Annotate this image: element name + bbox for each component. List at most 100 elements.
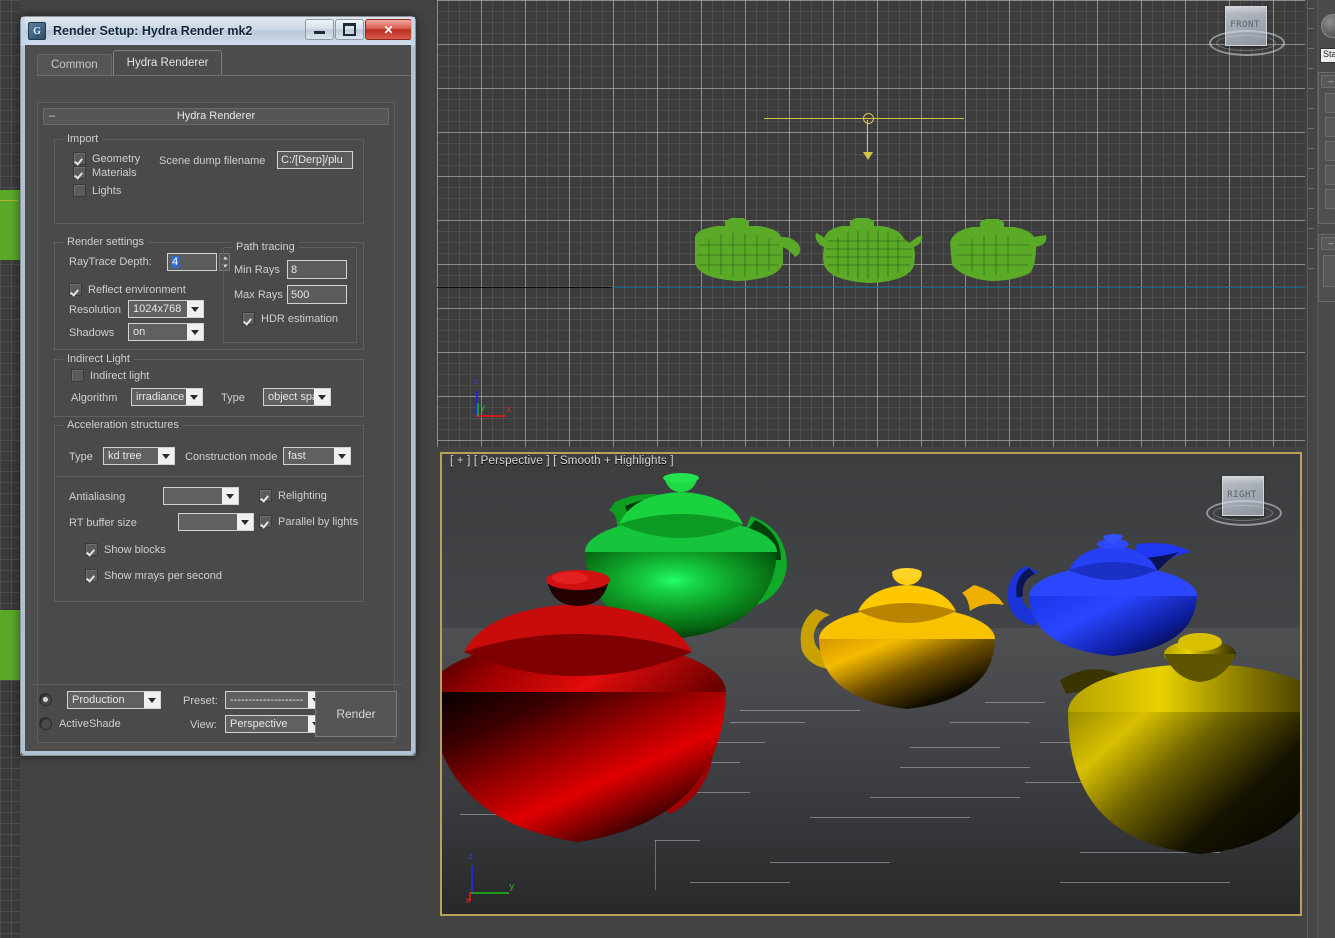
shadows-label: Shadows: [69, 327, 114, 339]
min-rays-input[interactable]: 8: [287, 260, 347, 279]
chevron-down-icon[interactable]: [158, 448, 174, 464]
command-panel-scroll-ruler[interactable]: [1308, 0, 1318, 938]
checkbox-parallel-by-lights[interactable]: Parallel by lights: [259, 515, 358, 528]
screen: FRONT z y x: [0, 0, 1335, 938]
maximize-button[interactable]: [335, 19, 364, 40]
path-tracing-group-title: Path tracing: [232, 241, 299, 253]
acceleration-structures-group: Acceleration structures Type kd tree Con…: [54, 425, 364, 477]
checkbox-indirect-light-box[interactable]: [71, 369, 84, 382]
front-viewport[interactable]: FRONT z y x: [437, 0, 1305, 447]
checkbox-lights[interactable]: Lights: [73, 184, 121, 197]
resolution-dropdown[interactable]: 1024x768: [128, 300, 204, 318]
checkbox-parallel-by-lights-label: Parallel by lights: [278, 516, 358, 528]
preset-dropdown[interactable]: --------------------: [225, 691, 325, 709]
preset-label: Preset:: [183, 695, 218, 707]
dialog-title: Render Setup: Hydra Render mk2: [53, 24, 252, 38]
checkbox-reflect-environment-box[interactable]: [69, 283, 82, 296]
wireframe-teapot-left-bottom: [0, 610, 20, 680]
checkbox-relighting[interactable]: Relighting: [259, 489, 327, 502]
rt-buffer-size-dropdown[interactable]: [178, 513, 254, 531]
indirect-type-dropdown[interactable]: object spa: [263, 388, 331, 406]
scene-dump-filename-input[interactable]: C:/[Derp]/plu: [277, 151, 353, 169]
hydra-renderer-panel: – Hydra Renderer Import Geometry Materia…: [37, 102, 395, 743]
chevron-down-icon[interactable]: [186, 389, 202, 405]
rollout-header-hydra-renderer[interactable]: – Hydra Renderer: [43, 108, 389, 125]
wireframe-teapot-2[interactable]: [812, 213, 932, 293]
light-gizmo[interactable]: [764, 112, 964, 162]
checkbox-show-blocks-box[interactable]: [85, 543, 98, 556]
render-settings-group-title: Render settings: [63, 236, 148, 248]
checkbox-show-blocks[interactable]: Show blocks: [85, 543, 166, 556]
render-setup-dialog[interactable]: G Render Setup: Hydra Render mk2 ✕ Commo…: [20, 16, 416, 756]
checkbox-parallel-by-lights-box[interactable]: [259, 515, 272, 528]
minimize-button[interactable]: [305, 19, 334, 40]
checkbox-lights-box[interactable]: [73, 184, 86, 197]
construction-mode-value: fast: [284, 450, 334, 462]
minimize-icon: [314, 31, 325, 34]
perspective-viewport-label[interactable]: [ + ] [ Perspective ] [ Smooth + Highlig…: [450, 455, 674, 467]
checkbox-hdr-estimation[interactable]: HDR estimation: [242, 312, 338, 325]
close-button[interactable]: ✕: [365, 19, 412, 40]
radio-production-dot[interactable]: [39, 693, 52, 706]
parameters-rollout[interactable]: –: [1318, 234, 1335, 302]
view-dropdown[interactable]: Perspective: [225, 715, 325, 733]
raytrace-depth-input[interactable]: 4: [167, 253, 217, 271]
checkbox-materials-box[interactable]: [73, 166, 86, 179]
perspective-viewport[interactable]: RIGHT z y x: [440, 452, 1302, 916]
antialiasing-dropdown[interactable]: [163, 487, 239, 505]
checkbox-relighting-box[interactable]: [259, 489, 272, 502]
checkbox-relighting-label: Relighting: [278, 490, 327, 502]
algorithm-label: Algorithm: [71, 392, 117, 404]
rollout-toggle-icon[interactable]: –: [49, 109, 55, 123]
radio-activeshade-dot[interactable]: [39, 717, 52, 730]
checkbox-show-mrays[interactable]: Show mrays per second: [85, 569, 222, 582]
checkbox-indirect-light[interactable]: Indirect light: [71, 369, 149, 382]
chevron-down-icon[interactable]: [187, 324, 203, 340]
indirect-type-label: Type: [221, 392, 245, 404]
chevron-down-icon[interactable]: [237, 514, 253, 530]
viewcube-front[interactable]: FRONT: [1207, 2, 1283, 64]
chevron-down-icon[interactable]: [334, 448, 350, 464]
checkbox-materials[interactable]: Materials: [73, 166, 137, 179]
checkbox-geometry-box[interactable]: [73, 152, 86, 165]
max-rays-input[interactable]: 500: [287, 285, 347, 304]
checkbox-show-mrays-label: Show mrays per second: [104, 570, 222, 582]
construction-mode-label: Construction mode: [185, 451, 277, 463]
radio-production[interactable]: [39, 693, 52, 706]
chevron-down-icon[interactable]: [144, 692, 160, 708]
radio-activeshade[interactable]: ActiveShade: [39, 717, 121, 730]
dialog-body: Common Hydra Renderer – Hydra Renderer I…: [25, 45, 411, 751]
teapot-blue[interactable]: [995, 522, 1235, 742]
checkbox-hdr-estimation-box[interactable]: [242, 312, 255, 325]
left-viewports-sliver[interactable]: [0, 0, 20, 938]
dialog-titlebar[interactable]: G Render Setup: Hydra Render mk2 ✕: [21, 17, 415, 46]
color-swatch-icon[interactable]: [1321, 14, 1335, 38]
modifier-rollout[interactable]: –: [1318, 72, 1335, 224]
checkbox-reflect-environment[interactable]: Reflect environment: [69, 283, 186, 296]
tab-common[interactable]: Common: [37, 54, 112, 76]
scene-dump-filename-label: Scene dump filename: [159, 155, 265, 167]
viewcube-perspective[interactable]: RIGHT: [1204, 472, 1280, 534]
tab-hydra-renderer[interactable]: Hydra Renderer: [113, 50, 223, 76]
wireframe-teapot-3[interactable]: [942, 213, 1052, 293]
object-name-field[interactable]: Sta: [1320, 48, 1335, 63]
checkbox-show-mrays-box[interactable]: [85, 569, 98, 582]
render-mode-dropdown[interactable]: Production: [67, 691, 161, 709]
render-button[interactable]: Render: [315, 691, 397, 737]
import-group-title: Import: [63, 133, 102, 145]
command-panel[interactable]: Sta – –: [1307, 0, 1335, 938]
wireframe-teapot-1[interactable]: [687, 213, 807, 293]
accel-type-label: Type: [69, 451, 93, 463]
window-controls[interactable]: ✕: [304, 19, 412, 40]
checkbox-geometry[interactable]: Geometry: [73, 152, 140, 165]
accel-type-dropdown[interactable]: kd tree: [103, 447, 175, 465]
tabstrip[interactable]: Common Hydra Renderer: [37, 51, 411, 76]
construction-mode-dropdown[interactable]: fast: [283, 447, 351, 465]
chevron-down-icon[interactable]: [187, 301, 203, 317]
perspective-axis-tripod: z y x: [465, 852, 525, 912]
chevron-down-icon[interactable]: [314, 389, 330, 405]
algorithm-dropdown[interactable]: irradiance: [131, 388, 203, 406]
shadows-dropdown[interactable]: on: [128, 323, 204, 341]
axis-label-x: x: [506, 405, 511, 415]
chevron-down-icon[interactable]: [222, 488, 238, 504]
